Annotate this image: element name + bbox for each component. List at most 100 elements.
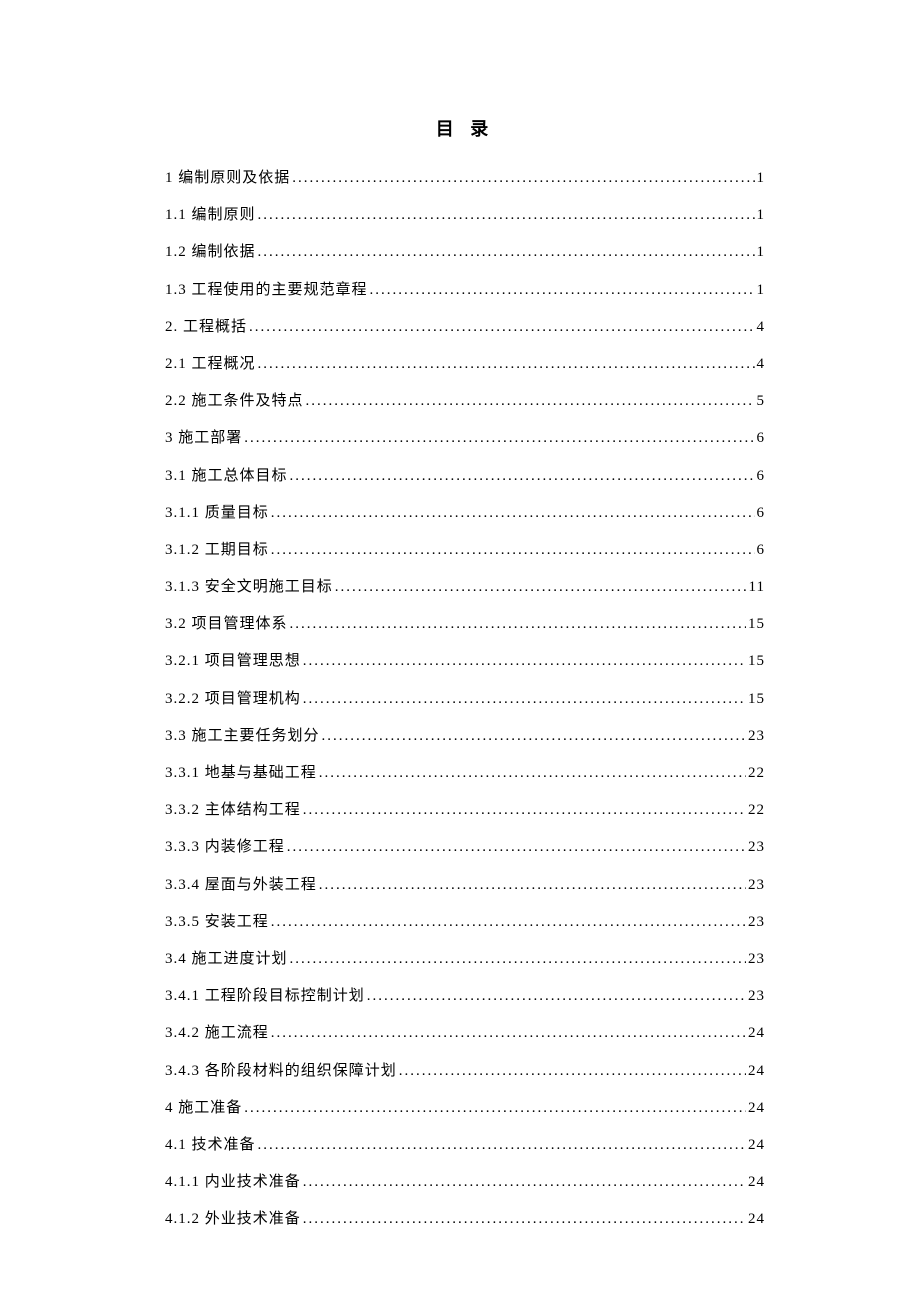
toc-leader-dots [271, 1026, 746, 1041]
toc-entry-label: 3.3.5 安装工程 [165, 915, 269, 930]
toc-entry-label: 1.3 工程使用的主要规范章程 [165, 283, 368, 298]
toc-entry-label: 3.1.3 安全文明施工目标 [165, 580, 333, 595]
toc-leader-dots [249, 320, 754, 335]
toc-entry: 3 施工部署 6 [165, 431, 765, 446]
toc-entry: 4.1 技术准备 24 [165, 1138, 765, 1153]
toc-leader-dots [244, 431, 754, 446]
toc-leader-dots [303, 1175, 746, 1190]
toc-entry: 3.3.4 屋面与外装工程 23 [165, 878, 765, 893]
toc-entry-page: 24 [748, 1026, 765, 1041]
toc-entry-page: 23 [748, 952, 765, 967]
toc-entry: 3.2.1 项目管理思想 15 [165, 654, 765, 669]
toc-entry: 3.4 施工进度计划 23 [165, 952, 765, 967]
toc-leader-dots [271, 506, 755, 521]
toc-entry-label: 3.3 施工主要任务划分 [165, 729, 320, 744]
toc-entry-page: 24 [748, 1175, 765, 1190]
toc-entry-page: 15 [748, 654, 765, 669]
toc-entry: 1.3 工程使用的主要规范章程1 [165, 283, 765, 298]
toc-entry-page: 1 [757, 208, 766, 223]
toc-leader-dots [303, 654, 746, 669]
toc-entry-label: 3.2.1 项目管理思想 [165, 654, 301, 669]
toc-entry-page: 22 [748, 766, 765, 781]
toc-entry: 3.1 施工总体目标 6 [165, 469, 765, 484]
toc-entry: 3.1.3 安全文明施工目标 11 [165, 580, 765, 595]
toc-entry: 1.2 编制依据1 [165, 245, 765, 260]
toc-entry-page: 24 [748, 1064, 765, 1079]
toc-leader-dots [287, 840, 746, 855]
toc-entry: 3.2.2 项目管理机构15 [165, 692, 765, 707]
toc-leader-dots [319, 878, 746, 893]
toc-leader-dots [303, 1212, 746, 1227]
toc-entry-page: 24 [748, 1138, 765, 1153]
toc-entry-label: 3.1 施工总体目标 [165, 469, 288, 484]
toc-leader-dots [335, 580, 747, 595]
toc-leader-dots [258, 1138, 746, 1153]
toc-entry-page: 23 [748, 989, 765, 1004]
toc-leader-dots [303, 692, 746, 707]
toc-entry-label: 3.3.1 地基与基础工程 [165, 766, 317, 781]
toc-entry: 3.3.1 地基与基础工程 22 [165, 766, 765, 781]
toc-leader-dots [322, 729, 746, 744]
toc-leader-dots [306, 394, 755, 409]
toc-entry: 3.3.5 安装工程 23 [165, 915, 765, 930]
toc-leader-dots [370, 283, 755, 298]
toc-entry-label: 2.1 工程概况 [165, 357, 256, 372]
toc-entry-label: 3.2 项目管理体系 [165, 617, 288, 632]
toc-entry-label: 2. 工程概括 [165, 320, 247, 335]
toc-entry: 3.1.2 工期目标 6 [165, 543, 765, 558]
toc-entry-label: 3.4.1 工程阶段目标控制计划 [165, 989, 365, 1004]
toc-entry-label: 3.4 施工进度计划 [165, 952, 288, 967]
toc-entry-label: 3.4.2 施工流程 [165, 1026, 269, 1041]
toc-entry-page: 6 [757, 543, 766, 558]
toc-leader-dots [258, 208, 755, 223]
toc-entry: 3.3.3 内装修工程 23 [165, 840, 765, 855]
toc-entry-label: 3.3.3 内装修工程 [165, 840, 285, 855]
toc-entry-page: 1 [757, 171, 766, 186]
toc-entry-label: 2.2 施工条件及特点 [165, 394, 304, 409]
toc-entry: 3.1.1 质量目标 6 [165, 506, 765, 521]
toc-entry: 4 施工准备24 [165, 1101, 765, 1116]
toc-leader-dots [292, 171, 754, 186]
toc-leader-dots [399, 1064, 746, 1079]
toc-entry: 3.4.3 各阶段材料的组织保障计划24 [165, 1064, 765, 1079]
toc-entry-label: 3.3.4 屋面与外装工程 [165, 878, 317, 893]
toc-leader-dots [367, 989, 746, 1004]
toc-entry-page: 24 [748, 1101, 765, 1116]
toc-entry: 2.2 施工条件及特点5 [165, 394, 765, 409]
toc-entry-label: 4.1.1 内业技术准备 [165, 1175, 301, 1190]
toc-leader-dots [271, 543, 755, 558]
toc-entry-page: 23 [748, 840, 765, 855]
toc-leader-dots [290, 469, 755, 484]
toc-leader-dots [290, 952, 746, 967]
toc-entry-label: 1 编制原则及依据 [165, 171, 290, 186]
toc-leader-dots [271, 915, 746, 930]
toc-entry-page: 6 [757, 431, 766, 446]
toc-entry-label: 1.2 编制依据 [165, 245, 256, 260]
toc-entry: 1.1 编制原则1 [165, 208, 765, 223]
toc-entry-page: 24 [748, 1212, 765, 1227]
toc-entry-label: 3.1.1 质量目标 [165, 506, 269, 521]
toc-entry: 3.3.2 主体结构工程22 [165, 803, 765, 818]
toc-entry-page: 11 [749, 580, 765, 595]
toc-entry-page: 15 [748, 692, 765, 707]
toc-entry: 3.4.1 工程阶段目标控制计划 23 [165, 989, 765, 1004]
toc-entry-page: 4 [757, 320, 766, 335]
toc-entry-label: 3.1.2 工期目标 [165, 543, 269, 558]
toc-leader-dots [244, 1101, 746, 1116]
toc-entry: 2.1 工程概况4 [165, 357, 765, 372]
toc-entry: 3.2 项目管理体系 15 [165, 617, 765, 632]
toc-entry-page: 15 [748, 617, 765, 632]
toc-entry-page: 23 [748, 729, 765, 744]
toc-entry-page: 23 [748, 878, 765, 893]
toc-entry-label: 4.1 技术准备 [165, 1138, 256, 1153]
toc-entry-page: 23 [748, 915, 765, 930]
toc-entry: 3.4.2 施工流程 24 [165, 1026, 765, 1041]
toc-entry-label: 3 施工部署 [165, 431, 242, 446]
toc-leader-dots [258, 245, 755, 260]
toc-title: 目 录 [165, 115, 765, 141]
toc-entry-page: 6 [757, 506, 766, 521]
toc-leader-dots [319, 766, 746, 781]
document-page: 目 录 1 编制原则及依据11.1 编制原则11.2 编制依据11.3 工程使用… [0, 0, 920, 1302]
toc-entry: 1 编制原则及依据 1 [165, 171, 765, 186]
toc-entry-page: 6 [757, 469, 766, 484]
